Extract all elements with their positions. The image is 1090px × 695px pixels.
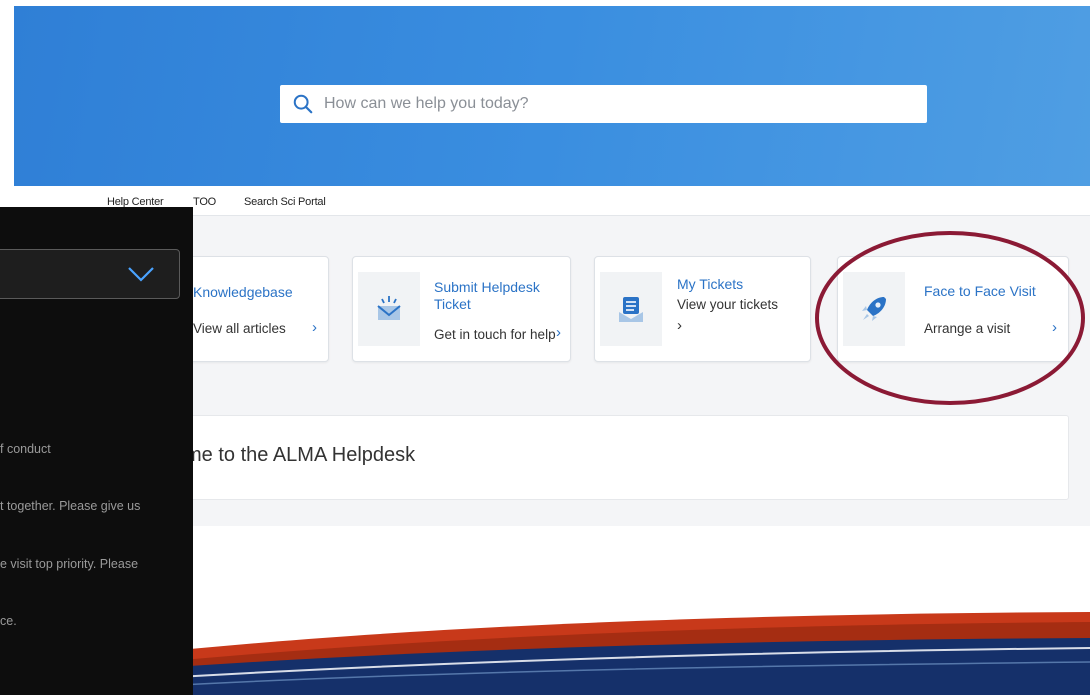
search-bar[interactable] (280, 85, 927, 123)
card-title-line1: Submit Helpdesk (434, 279, 540, 295)
envelope-sparkle-icon (358, 272, 420, 346)
search-icon (293, 94, 313, 114)
chevron-right-icon: › (556, 324, 561, 341)
card-desc: View all articles (193, 321, 286, 336)
card-desc: Get in touch for help (434, 327, 556, 342)
panel-text-line: e visit top priority. Please (0, 557, 139, 571)
welcome-title: me to the ALMA Helpdesk (185, 444, 416, 466)
panel-text-line: f conduct (0, 442, 51, 456)
nav-search-sci-portal[interactable]: Search Sci Portal (244, 196, 326, 208)
hero-banner (14, 6, 1090, 186)
dropdown-select[interactable] (0, 249, 180, 299)
search-input[interactable] (324, 89, 904, 119)
chevron-down-icon (128, 267, 154, 282)
card-submit-ticket[interactable]: Submit Helpdesk Ticket Get in touch for … (352, 256, 571, 362)
card-title: My Tickets (677, 276, 744, 292)
nav-too[interactable]: TOO (193, 196, 216, 208)
panel-text-line: t together. Please give us (0, 499, 141, 513)
chevron-right-icon: › (677, 317, 682, 334)
welcome-panel: me to the ALMA Helpdesk (160, 415, 1069, 500)
highlight-circle-annotation (815, 231, 1085, 405)
card-title-line2: Ticket (434, 296, 471, 312)
panel-text-line: ce. (0, 614, 17, 628)
card-desc: View your tickets (677, 297, 779, 312)
inbox-list-icon (600, 272, 662, 346)
dark-overlay-panel: f conduct t together. Please give us e v… (0, 207, 193, 695)
chevron-right-icon: › (312, 319, 317, 336)
card-title: Knowledgebase (193, 284, 293, 300)
card-my-tickets[interactable]: My Tickets View your tickets › (594, 256, 811, 362)
